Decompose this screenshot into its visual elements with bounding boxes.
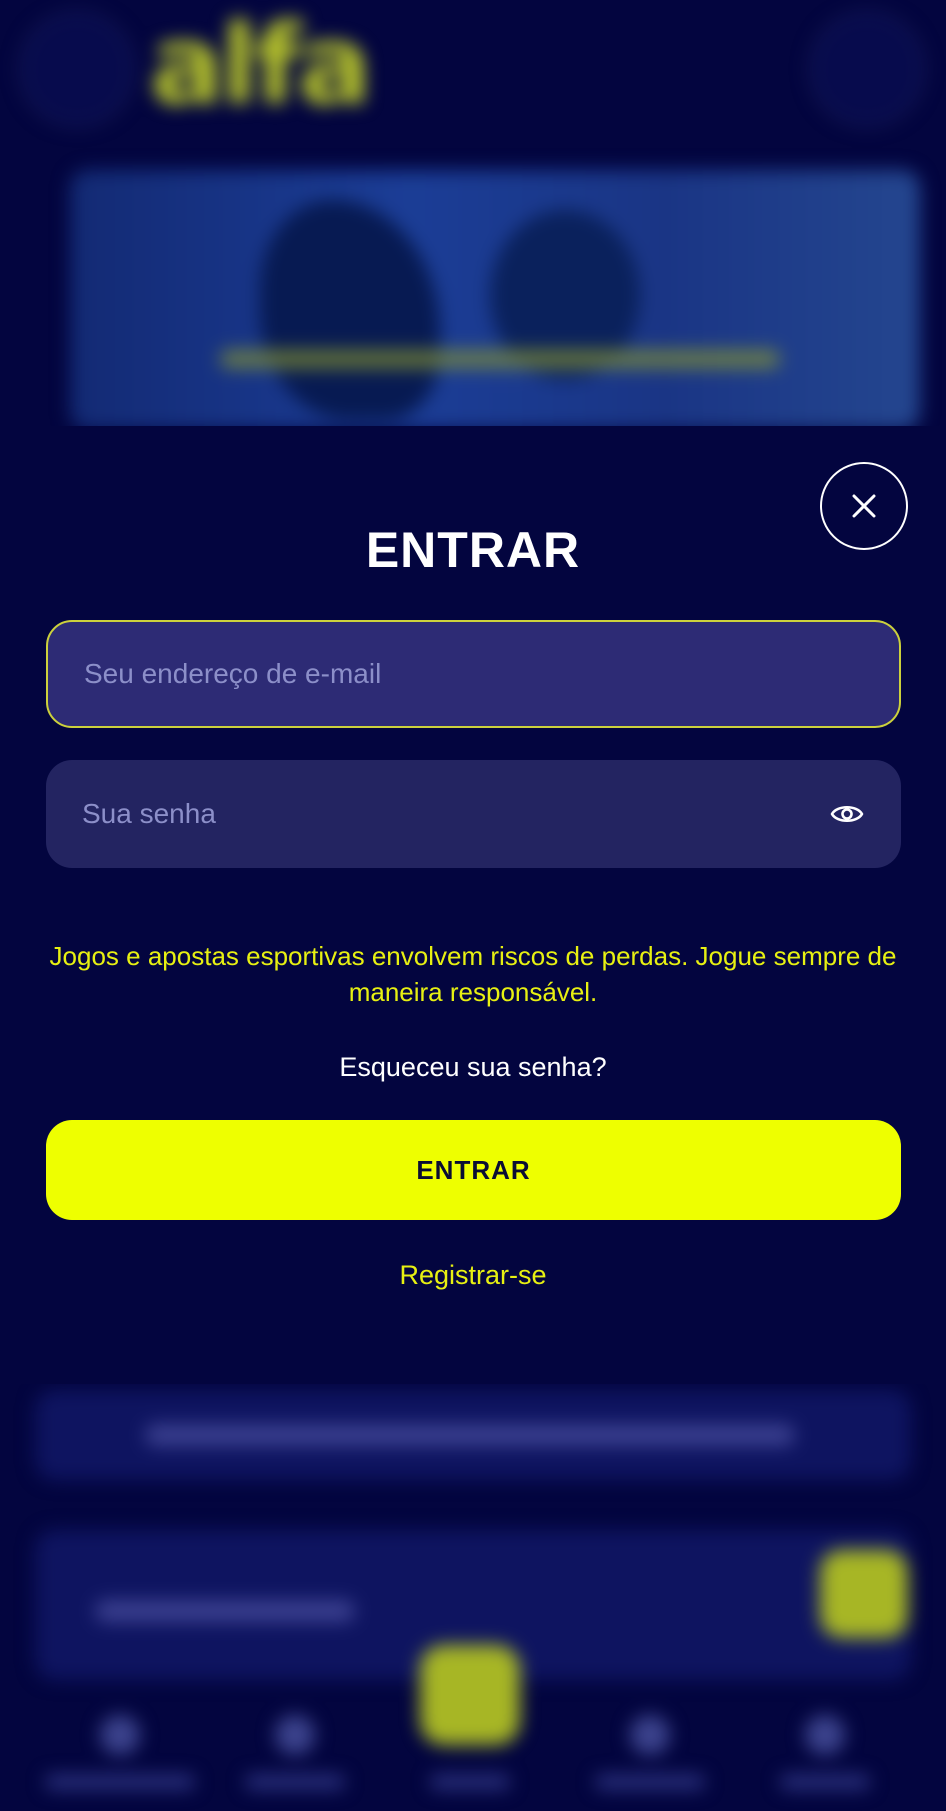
nav-more-icon [805, 1715, 845, 1755]
password-field[interactable] [46, 760, 901, 868]
promo-banner [70, 170, 920, 430]
show-password-button[interactable] [827, 794, 867, 834]
chat-button [820, 1550, 908, 1638]
nav-home-icon [100, 1715, 140, 1755]
login-title: ENTRAR [365, 522, 581, 578]
nav-sports-icon [275, 1715, 315, 1755]
nav-casino-icon [630, 1715, 670, 1755]
menu-icon [20, 12, 134, 126]
password-input[interactable] [82, 760, 782, 868]
login-submit-button[interactable]: ENTRAR [46, 1120, 901, 1220]
eye-icon [830, 805, 864, 823]
nav-center-button [420, 1645, 520, 1745]
logo: alfa [150, 1, 372, 129]
responsible-gaming-panel [35, 1390, 911, 1480]
email-input[interactable] [84, 622, 784, 726]
forgot-password-link[interactable]: Esqueceu sua senha? [0, 1047, 946, 1087]
responsible-gaming-warning: Jogos e apostas esportivas envolvem risc… [49, 941, 897, 1007]
profile-icon [810, 12, 924, 126]
register-link[interactable]: Registrar-se [0, 1255, 946, 1295]
close-icon [852, 494, 876, 518]
email-field[interactable] [46, 620, 901, 728]
